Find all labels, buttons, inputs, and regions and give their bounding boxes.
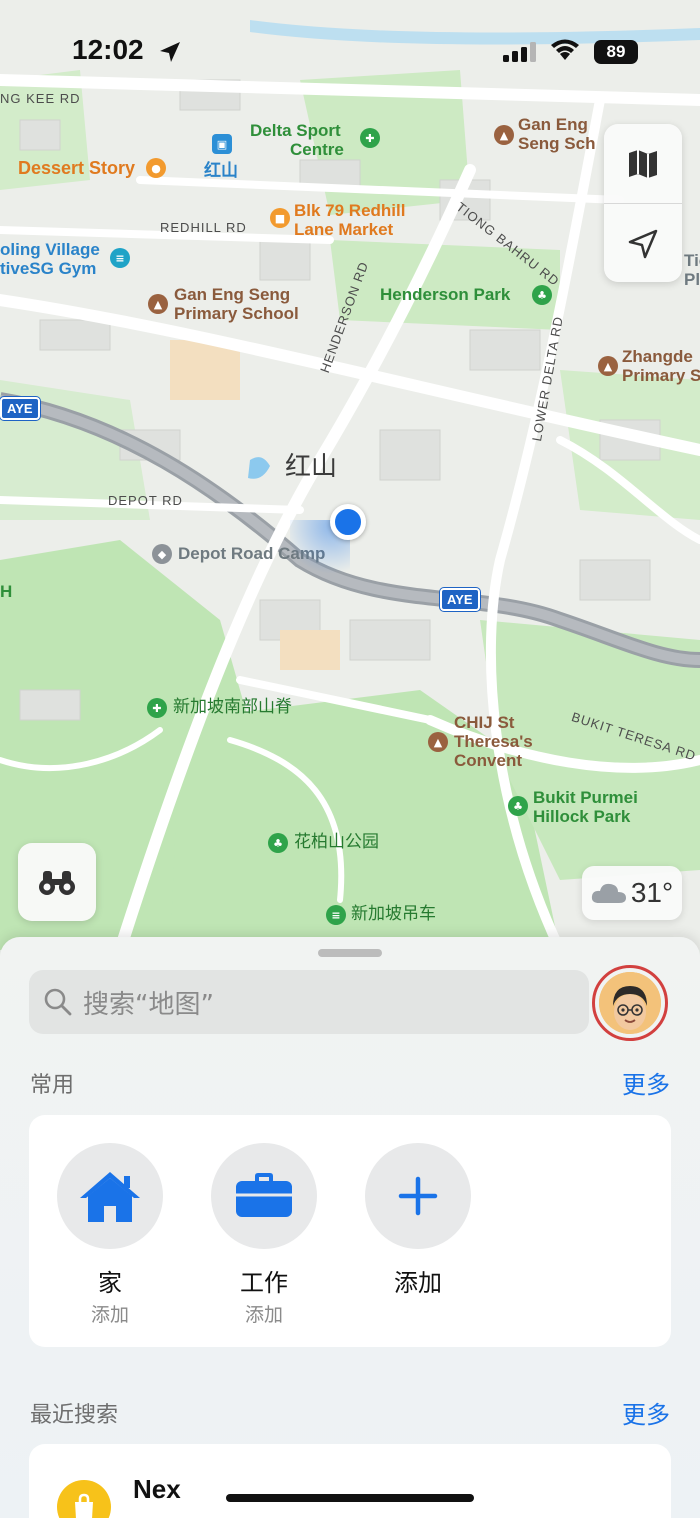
recents-card: Nex [29, 1444, 671, 1518]
aye-shield-left: AYE [0, 397, 40, 420]
track-location-button[interactable] [604, 204, 682, 283]
favorites-more-link[interactable]: 更多 [622, 1065, 670, 1100]
recents-title: 最近搜索 [30, 1403, 119, 1428]
poi-bukit-purmei-line1[interactable]: Bukit Purmei [533, 789, 638, 807]
dessert-icon: ● [146, 158, 166, 178]
park-icon: ♣ [268, 833, 288, 853]
park-icon: ♣ [532, 285, 552, 305]
favorite-add-circle [365, 1143, 471, 1249]
mrt-station-icon: ▣ [212, 134, 232, 154]
map-controls [604, 124, 682, 282]
recent-item-name: Nex [133, 1474, 181, 1504]
poi-bling-village-line2[interactable]: tiveSG Gym [0, 260, 96, 278]
avatar [599, 972, 661, 1034]
poi-delta-sport-line1[interactable]: Delta Sport [250, 122, 341, 140]
memoji-icon [599, 972, 661, 1034]
school-icon: ▲ [148, 294, 168, 314]
poi-gan-eng-seng-sch-line2[interactable]: Seng Sch [518, 135, 595, 153]
weather-widget[interactable]: 31° [582, 866, 682, 920]
sport-icon: ✚ [360, 128, 380, 148]
shopping-bag-icon [75, 1493, 93, 1518]
favorite-work[interactable]: 工作 添加 [209, 1143, 319, 1327]
poi-delta-sport-line2[interactable]: Centre [290, 141, 344, 159]
area-label-redhill: 红山 [285, 452, 338, 482]
current-location-dot[interactable] [330, 504, 366, 540]
search-icon [44, 988, 72, 1016]
recent-item-icon-wrap [57, 1480, 111, 1518]
favorite-home[interactable]: 家 添加 [55, 1143, 165, 1327]
home-icon [80, 1172, 140, 1222]
briefcase-icon [236, 1173, 292, 1217]
sheet-grabber[interactable] [318, 949, 382, 957]
road-label-depot-rd: DEPOT RD [108, 493, 183, 508]
favorite-work-circle [211, 1143, 317, 1249]
favorite-add-name: 添加 [394, 1269, 442, 1297]
school-icon: ▲ [428, 732, 448, 752]
poi-zhangde-line2[interactable]: Primary S [622, 367, 700, 385]
gym-icon: ≡ [110, 248, 130, 268]
poi-bling-village-line1[interactable]: oling Village [0, 241, 100, 259]
poi-gan-eng-seng-primary-line2[interactable]: Primary School [174, 305, 299, 323]
poi-tio-line2[interactable]: Pla [684, 271, 700, 289]
recents-more-link[interactable]: 更多 [622, 1395, 670, 1430]
poi-chij-line1[interactable]: CHIJ St [454, 714, 514, 732]
cable-car-icon: ≡ [326, 905, 346, 925]
poi-henderson-park[interactable]: Henderson Park [380, 286, 510, 304]
location-services-icon [160, 42, 180, 62]
home-indicator[interactable] [226, 1494, 474, 1502]
bottom-sheet[interactable]: 搜索“地图” 常用 更多 家 添加 工作 添加 添加 最近搜索 更多 Nex [0, 937, 700, 1518]
account-button[interactable] [592, 965, 668, 1041]
favorites-title: 常用 [30, 1073, 75, 1098]
look-around-button[interactable] [18, 843, 96, 921]
poi-cable-car[interactable]: 新加坡吊车 [351, 905, 436, 924]
map-icon [629, 149, 657, 178]
favorite-add[interactable]: 添加 [363, 1143, 473, 1298]
poi-tio-line1[interactable]: Tio [684, 252, 700, 270]
hiking-icon: ✚ [147, 698, 167, 718]
binoculars-icon [39, 871, 75, 895]
poi-zhangde-line1[interactable]: Zhangde [622, 348, 693, 366]
poi-blk79-line2[interactable]: Lane Market [294, 221, 393, 239]
search-bar[interactable]: 搜索“地图” [29, 970, 589, 1034]
favorite-work-sub: 添加 [244, 1304, 283, 1326]
park-icon: ♣ [508, 796, 528, 816]
favorite-home-circle [57, 1143, 163, 1249]
poi-bukit-purmei-line2[interactable]: Hillock Park [533, 808, 630, 826]
poi-chij-line3[interactable]: Convent [454, 752, 522, 770]
plus-icon [398, 1176, 438, 1216]
cellular-signal-icon [503, 42, 536, 62]
poi-blk79-line1[interactable]: Blk 79 Redhill [294, 202, 405, 220]
location-arrow-icon [628, 229, 658, 258]
poi-southern-ridges[interactable]: 新加坡南部山脊 [173, 698, 292, 717]
favorite-home-name: 家 [98, 1269, 122, 1297]
favorite-work-name: 工作 [240, 1269, 288, 1297]
battery-level: 89 [594, 40, 638, 64]
poi-hongshan-station[interactable]: 红山 [204, 162, 238, 180]
map-mode-button[interactable] [604, 124, 682, 203]
search-placeholder: 搜索“地图” [83, 989, 214, 1020]
poi-edge-label: H [0, 582, 13, 601]
aye-shield-main: AYE [440, 588, 480, 611]
favorite-home-sub: 添加 [90, 1304, 129, 1326]
road-label-redhill-rd: REDHILL RD [160, 220, 247, 235]
market-icon: ■ [270, 208, 290, 228]
favorites-card: 家 添加 工作 添加 添加 [29, 1115, 671, 1347]
wifi-icon [551, 39, 579, 60]
status-time: 12:02 [72, 34, 144, 65]
map-view[interactable]: NG KEE RD REDHILL RD DEPOT RD HENDERSON … [0, 0, 700, 950]
cloud-icon [591, 883, 626, 903]
status-bar: 12:02 89 [0, 0, 700, 100]
poi-chij-line2[interactable]: Theresa's [454, 733, 533, 751]
poi-gan-eng-seng-primary-line1[interactable]: Gan Eng Seng [174, 286, 290, 304]
poi-dessert-story[interactable]: Dessert Story [18, 159, 135, 178]
temperature-label: 31° [630, 877, 674, 908]
camp-icon: ◆ [152, 544, 172, 564]
poi-mount-faber-park[interactable]: 花柏山公园 [294, 833, 379, 852]
poi-gan-eng-seng-sch-line1[interactable]: Gan Eng [518, 116, 588, 134]
school-icon: ▲ [598, 356, 618, 376]
school-icon: ▲ [494, 125, 514, 145]
